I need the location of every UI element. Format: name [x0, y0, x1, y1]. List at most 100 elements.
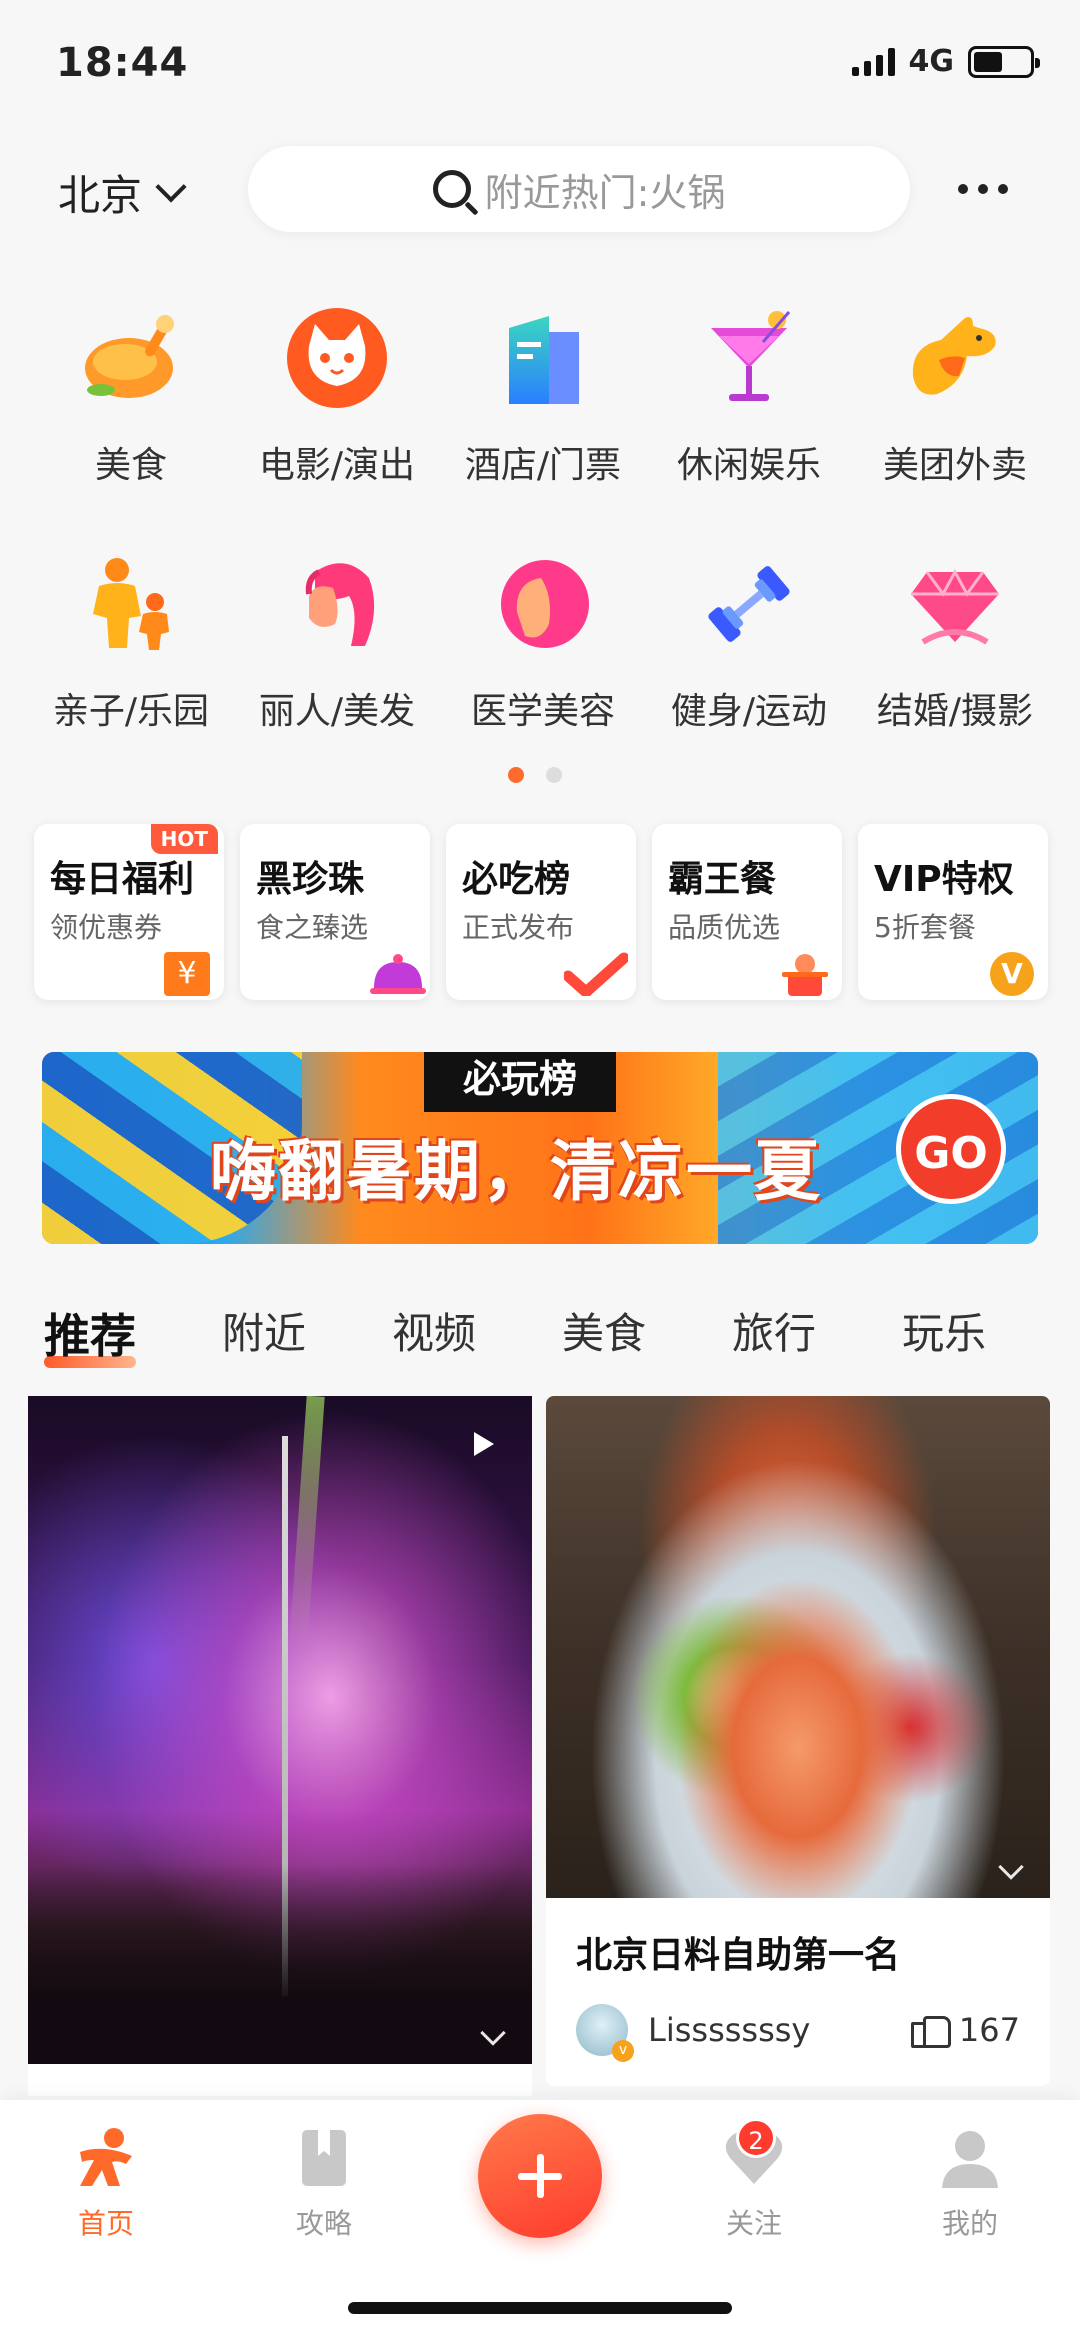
promo-subtitle: 食之臻选 [256, 911, 369, 944]
feed-card-video[interactable] [28, 1396, 532, 2096]
post-title: 北京日料自助第一名 [576, 1935, 901, 1976]
promo-black-pearl[interactable]: 黑珍珠 食之臻选 [240, 824, 430, 1000]
nav-mine[interactable]: 我的 [900, 2126, 1040, 2242]
promo-title: 黑珍珠 [256, 859, 365, 900]
promo-vip[interactable]: VIP特权 5折套餐 V [858, 824, 1048, 1000]
dumbbell-icon [697, 552, 801, 656]
category-food[interactable]: 美食 [28, 306, 234, 488]
page-dot [546, 767, 562, 783]
tab-video[interactable]: 视频 [392, 1300, 476, 1366]
cocktail-icon [697, 306, 801, 410]
promo-title: 每日福利 [50, 859, 195, 900]
hotel-building-icon [491, 306, 595, 410]
chef-icon [782, 952, 828, 996]
check-icon [562, 952, 630, 998]
network-type: 4G [908, 44, 955, 79]
banner-headline: 嗨翻暑期，清凉一夏 [210, 1133, 822, 1210]
thumbs-up-icon [910, 2012, 951, 2048]
category-leisure[interactable]: 休闲娱乐 [646, 306, 852, 488]
promo-title: 霸王餐 [668, 859, 777, 900]
roast-chicken-icon [79, 306, 183, 410]
coupon-icon: ¥ [164, 952, 210, 996]
summer-banner[interactable]: 必玩榜 嗨翻暑期，清凉一夏 GO [42, 1052, 1038, 1244]
nav-guide[interactable]: 攻略 [254, 2126, 394, 2242]
promo-free-meal[interactable]: 霸王餐 品质优选 [652, 824, 842, 1000]
parent-child-icon [79, 552, 183, 656]
feed-tabs: 推荐 附近 视频 美食 旅行 玩乐 [44, 1300, 1080, 1368]
like-button[interactable]: 167 [910, 2011, 1020, 2049]
promo-daily-welfare[interactable]: HOT 每日福利 领优惠券 ¥ [34, 824, 224, 1000]
add-post-button[interactable] [478, 2114, 602, 2238]
category-hotel[interactable]: 酒店/门票 [440, 306, 646, 488]
heart-icon: 2 [722, 2118, 786, 2190]
home-mascot-icon [74, 2126, 138, 2190]
category-kids[interactable]: 亲子/乐园 [28, 552, 234, 734]
cloche-icon [370, 952, 426, 996]
face-icon [491, 552, 595, 656]
category-label: 健身/运动 [670, 691, 828, 732]
category-label: 结婚/摄影 [876, 691, 1034, 732]
promo-subtitle: 5折套餐 [874, 911, 976, 944]
nav-label: 关注 [725, 2207, 782, 2240]
tab-food[interactable]: 美食 [562, 1300, 646, 1366]
feed-card-post[interactable]: 北京日料自助第一名 Lisssssssy 167 [546, 1396, 1050, 2086]
category-waimai[interactable]: 美团外卖 [852, 306, 1058, 488]
tab-travel[interactable]: 旅行 [732, 1300, 816, 1366]
hair-woman-icon [285, 552, 389, 656]
promo-must-eat[interactable]: 必吃榜 正式发布 [446, 824, 636, 1000]
cat-face-icon [285, 306, 389, 410]
search-icon [432, 170, 471, 208]
city-selector[interactable]: 北京 [58, 162, 187, 223]
category-label: 酒店/门票 [464, 445, 622, 486]
go-button[interactable]: GO [896, 1094, 1006, 1204]
promo-subtitle: 领优惠券 [50, 911, 163, 944]
kangaroo-icon [903, 306, 1007, 410]
battery-icon [968, 45, 1040, 78]
chevron-down-icon [155, 170, 187, 203]
category-movie[interactable]: 电影/演出 [234, 306, 440, 488]
category-label: 美食 [94, 445, 167, 486]
search-bar[interactable]: 附近热门:火锅 [248, 146, 910, 232]
page-dot-active [508, 767, 524, 783]
nav-home[interactable]: 首页 [36, 2126, 176, 2242]
more-icon[interactable] [958, 184, 1008, 194]
promo-title: VIP特权 [874, 859, 1014, 900]
vip-v-icon: V [990, 952, 1034, 996]
banner-tag: 必玩榜 [424, 1052, 616, 1112]
category-label: 医学美容 [470, 691, 615, 732]
notification-badge: 2 [736, 2118, 776, 2158]
category-label: 美团外卖 [882, 445, 1027, 486]
nav-follow[interactable]: 2 关注 [684, 2118, 824, 2242]
tab-nearby[interactable]: 附近 [222, 1300, 306, 1366]
chevron-down-icon[interactable] [998, 1854, 1024, 1880]
category-label: 亲子/乐园 [52, 691, 210, 732]
play-icon [474, 1432, 494, 1456]
category-label: 休闲娱乐 [676, 445, 821, 486]
diamond-icon [903, 552, 1007, 656]
status-time: 18:44 [56, 40, 189, 86]
nav-label: 我的 [941, 2207, 998, 2240]
home-indicator [348, 2302, 732, 2314]
category-label: 电影/演出 [258, 445, 416, 486]
nightclub-video-thumbnail [28, 1396, 532, 2064]
signal-icon [851, 47, 895, 76]
like-count: 167 [958, 2011, 1020, 2049]
nav-label: 攻略 [295, 2207, 352, 2240]
category-wedding[interactable]: 结婚/摄影 [852, 552, 1058, 734]
page-indicator [508, 767, 562, 783]
avatar[interactable] [576, 2004, 634, 2062]
post-meta: Lisssssssy 167 [576, 2004, 1020, 2062]
category-fitness[interactable]: 健身/运动 [646, 552, 852, 734]
promo-title: 必吃榜 [462, 859, 571, 900]
hot-badge: HOT [150, 824, 218, 854]
category-beauty[interactable]: 丽人/美发 [234, 552, 440, 734]
search-placeholder: 附近热门:火锅 [484, 170, 726, 215]
bookmark-icon [292, 2126, 356, 2190]
post-author[interactable]: Lisssssssy [648, 2011, 810, 2049]
category-medical-beauty[interactable]: 医学美容 [440, 552, 646, 734]
tab-recommend[interactable]: 推荐 [44, 1300, 136, 1368]
user-icon [938, 2126, 1002, 2190]
promo-subtitle: 正式发布 [462, 911, 575, 944]
status-icons: 4G [851, 44, 1040, 79]
tab-play[interactable]: 玩乐 [902, 1300, 986, 1366]
